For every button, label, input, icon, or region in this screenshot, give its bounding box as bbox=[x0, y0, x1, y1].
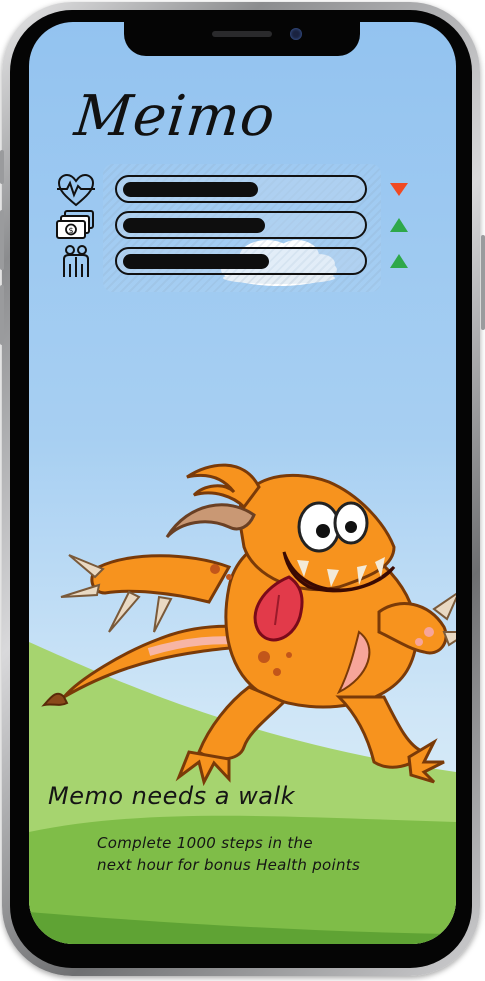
volume-down-button bbox=[0, 285, 4, 345]
trend-down-icon bbox=[390, 183, 408, 196]
task-description-line-2: next hour for bonus Health points bbox=[97, 856, 361, 874]
speaker-grille bbox=[212, 31, 272, 37]
notch bbox=[124, 22, 360, 56]
power-button bbox=[481, 235, 485, 330]
heart-pulse-icon bbox=[57, 173, 95, 207]
money-icon: $ bbox=[56, 210, 94, 239]
volume-up-button bbox=[0, 210, 4, 270]
trend-up-icon bbox=[390, 218, 408, 232]
front-camera bbox=[290, 28, 302, 40]
money-bar-fill bbox=[123, 218, 265, 233]
svg-text:$: $ bbox=[68, 226, 73, 235]
monster-pet-image bbox=[41, 463, 456, 787]
task-description-line-1: Complete 1000 steps in the bbox=[97, 834, 313, 852]
people-icon bbox=[63, 245, 89, 277]
app-screen: Meimo $ Memo needs a walk Complete 1000 … bbox=[29, 22, 456, 944]
social-bar bbox=[115, 247, 367, 275]
health-bar-fill bbox=[123, 182, 258, 197]
money-bar bbox=[115, 211, 367, 239]
health-bar bbox=[115, 175, 367, 203]
stat-row-social bbox=[55, 244, 425, 280]
stat-row-health bbox=[55, 172, 425, 208]
task-description: Complete 1000 steps in the next hour for… bbox=[97, 832, 397, 876]
task-title: Memo needs a walk bbox=[48, 782, 296, 810]
trend-up-icon bbox=[390, 254, 408, 268]
pet-name-title: Meimo bbox=[71, 84, 279, 149]
stat-row-money: $ bbox=[55, 208, 425, 244]
social-bar-fill bbox=[123, 254, 269, 269]
mute-switch bbox=[0, 150, 4, 184]
